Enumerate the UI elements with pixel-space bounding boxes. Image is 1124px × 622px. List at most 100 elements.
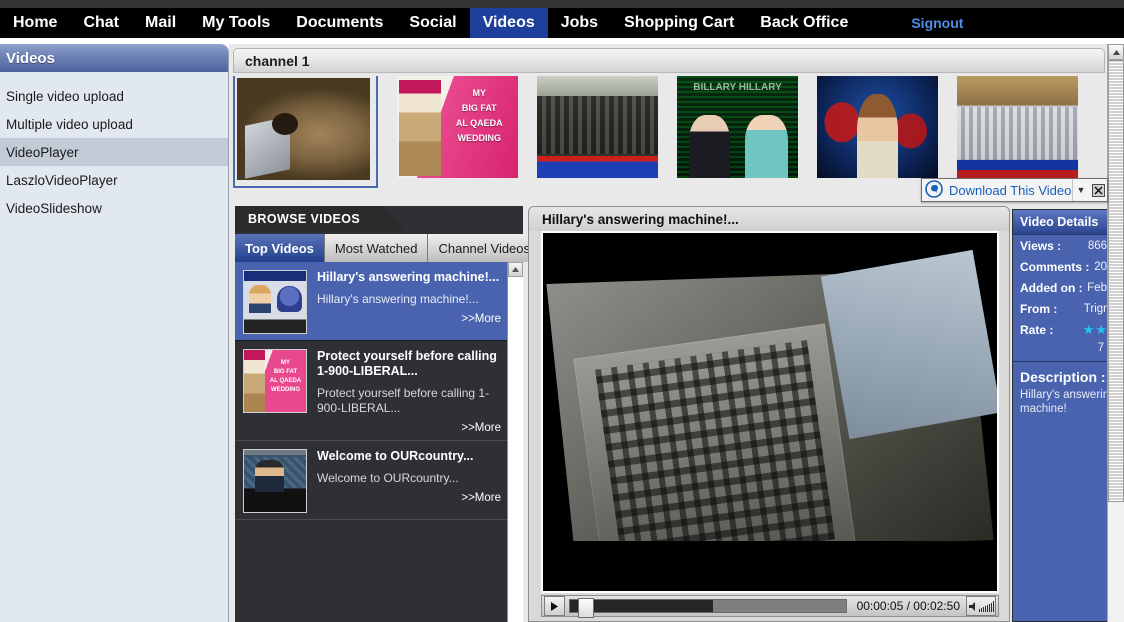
person-left xyxy=(689,115,730,178)
nav-item-home[interactable]: Home xyxy=(0,8,70,38)
detail-value: Trigr xyxy=(1084,303,1107,315)
more-link[interactable]: >>More xyxy=(317,492,501,504)
more-link[interactable]: >>More xyxy=(317,313,501,325)
detail-row-comments: Comments :20 xyxy=(1013,256,1111,277)
thumb-crowd-march[interactable] xyxy=(537,76,658,178)
tab-channel-videos[interactable]: Channel Videos xyxy=(428,234,541,262)
volume-icon[interactable] xyxy=(966,596,996,616)
play-button[interactable] xyxy=(544,596,565,616)
browser-top-strip xyxy=(0,0,1124,8)
browse-videos-header: BROWSE VIDEOS xyxy=(235,206,405,231)
sidebar-item-single-video-upload[interactable]: Single video upload xyxy=(0,82,228,110)
sidebar-item-videoplayer[interactable]: VideoPlayer xyxy=(0,138,228,166)
page-scroll-thumb[interactable] xyxy=(1108,60,1124,502)
thumb-news-anchor-map[interactable] xyxy=(817,76,938,178)
detail-key: Views : xyxy=(1020,239,1061,253)
download-this-video-label[interactable]: Download This Video xyxy=(945,183,1072,198)
thumb-my-big-fat-wedding[interactable]: MYBIG FATAL QAEDAWEDDING xyxy=(397,76,518,178)
seek-bar[interactable] xyxy=(569,599,847,613)
video-list-item-body: Welcome to OURcountry...Welcome to OURco… xyxy=(317,449,501,513)
nav-item-videos[interactable]: Videos xyxy=(470,8,548,38)
sidebar-item-multiple-video-upload[interactable]: Multiple video upload xyxy=(0,110,228,138)
page-scrollbar[interactable] xyxy=(1107,44,1124,622)
nav-item-chat[interactable]: Chat xyxy=(70,8,132,38)
thumb-prayer-crowd-art xyxy=(957,76,1078,178)
video-thumbnail-art xyxy=(244,271,306,333)
rate-number: 7 xyxy=(1013,340,1111,354)
page-scroll-track[interactable] xyxy=(1108,502,1124,622)
sidebar-title: Videos xyxy=(0,44,228,72)
star-icon[interactable]: ★ xyxy=(1095,323,1107,336)
more-link[interactable]: >>More xyxy=(317,422,501,434)
nav-item-my-tools[interactable]: My Tools xyxy=(189,8,283,38)
channel-thumbnail-strip: MYBIG FATAL QAEDAWEDDING BILLARY HILLARY xyxy=(233,76,1111,192)
detail-value: 866 xyxy=(1088,240,1107,252)
nav-item-social[interactable]: Social xyxy=(396,8,469,38)
detail-key: Comments : xyxy=(1020,260,1089,274)
video-list: Hillary's answering machine!...Hillary's… xyxy=(235,262,507,622)
page-root: HomeChatMailMy ToolsDocumentsSocialVideo… xyxy=(0,0,1124,622)
thumb-my-big-fat-wedding-art: MYBIG FATAL QAEDAWEDDING xyxy=(397,76,518,178)
video-details-rows: Views :866Comments :20Added on :FebFrom … xyxy=(1013,235,1111,319)
video-list-item[interactable]: Welcome to OURcountry...Welcome to OURco… xyxy=(235,441,507,520)
tab-most-watched[interactable]: Most Watched xyxy=(325,234,429,262)
main-navigation: HomeChatMailMy ToolsDocumentsSocialVideo… xyxy=(0,8,1124,38)
video-list-thumbnail[interactable] xyxy=(243,449,307,513)
video-list-item-body: Hillary's answering machine!...Hillary's… xyxy=(317,270,501,334)
video-list-item-title[interactable]: Welcome to OURcountry... xyxy=(317,449,501,464)
cake-art xyxy=(399,80,440,176)
player-video-title: Hillary's answering machine!... xyxy=(529,207,1009,231)
signout-link[interactable]: Signout xyxy=(901,8,973,38)
anchor-art xyxy=(857,94,898,178)
thumb-caption: MYBIG FATAL QAEDAWEDDING xyxy=(443,86,516,146)
scroll-up-button[interactable] xyxy=(508,262,523,277)
description-line: Hillary's answerin xyxy=(1013,388,1111,402)
rating-stars[interactable]: ★★ xyxy=(1083,323,1107,336)
detail-row-addedon: Added on :Feb xyxy=(1013,277,1111,298)
video-list-item[interactable]: MYBIG FATAL QAEDAWEDDING Protect yourself… xyxy=(235,341,507,441)
video-list-thumbnail[interactable]: MYBIG FATAL QAEDAWEDDING xyxy=(243,349,307,413)
detail-value: Feb xyxy=(1087,282,1107,294)
video-list-item-title[interactable]: Hillary's answering machine!... xyxy=(317,270,501,285)
nav-item-back-office[interactable]: Back Office xyxy=(747,8,861,38)
thumb-buried-man-art xyxy=(237,78,370,180)
telephone-art xyxy=(277,286,302,312)
video-list-thumbnail[interactable] xyxy=(243,270,307,334)
chevron-down-icon[interactable]: ▼ xyxy=(1072,179,1089,201)
detail-row-views: Views : 866 xyxy=(1013,235,1111,256)
video-list-item[interactable]: Hillary's answering machine!...Hillary's… xyxy=(235,262,507,341)
video-list-scrollbar[interactable] xyxy=(507,262,523,622)
thumb-billary-hillary[interactable]: BILLARY HILLARY xyxy=(677,76,798,178)
nav-item-documents[interactable]: Documents xyxy=(283,8,396,38)
detail-key: From : xyxy=(1020,302,1057,316)
close-icon[interactable] xyxy=(1089,179,1107,201)
detail-row-from: From : Trigr xyxy=(1013,298,1111,319)
nav-item-shopping-cart[interactable]: Shopping Cart xyxy=(611,8,747,38)
rate-label: Rate : xyxy=(1020,323,1053,337)
video-frame-windows xyxy=(596,340,836,569)
scroll-track[interactable] xyxy=(508,277,523,607)
video-thumbnail-art xyxy=(244,450,306,512)
video-list-item-title[interactable]: Protect yourself before calling 1-900-LI… xyxy=(317,349,501,379)
video-screen[interactable] xyxy=(541,231,999,593)
nav-item-mail[interactable]: Mail xyxy=(132,8,189,38)
player-control-bar: 00:00:05 / 00:02:50 xyxy=(541,595,999,617)
thumb-billary-hillary-art: BILLARY HILLARY xyxy=(677,76,798,178)
sidebar-item-videoslideshow[interactable]: VideoSlideshow xyxy=(0,194,228,222)
thumb-news-anchor-map-art xyxy=(817,76,938,178)
video-canvas xyxy=(543,233,997,591)
sidebar-item-laszlovideoplayer[interactable]: LaszloVideoPlayer xyxy=(0,166,228,194)
thumb-crowd-march-art xyxy=(537,76,658,178)
video-details-panel: Video Details Views :866Comments :20Adde… xyxy=(1012,209,1111,622)
lower-third-band xyxy=(537,156,658,178)
thumb-buried-man[interactable] xyxy=(233,76,378,188)
download-this-video-popup[interactable]: Download This Video ▼ xyxy=(921,178,1108,202)
star-icon[interactable]: ★ xyxy=(1083,323,1095,336)
download-helper-icon xyxy=(925,180,945,200)
nav-spacer xyxy=(861,8,901,38)
thumb-prayer-crowd[interactable] xyxy=(957,76,1078,178)
tab-top-videos[interactable]: Top Videos xyxy=(235,234,325,262)
nav-item-jobs[interactable]: Jobs xyxy=(548,8,611,38)
page-scroll-up-button[interactable] xyxy=(1108,44,1124,60)
seek-handle[interactable] xyxy=(578,598,594,618)
